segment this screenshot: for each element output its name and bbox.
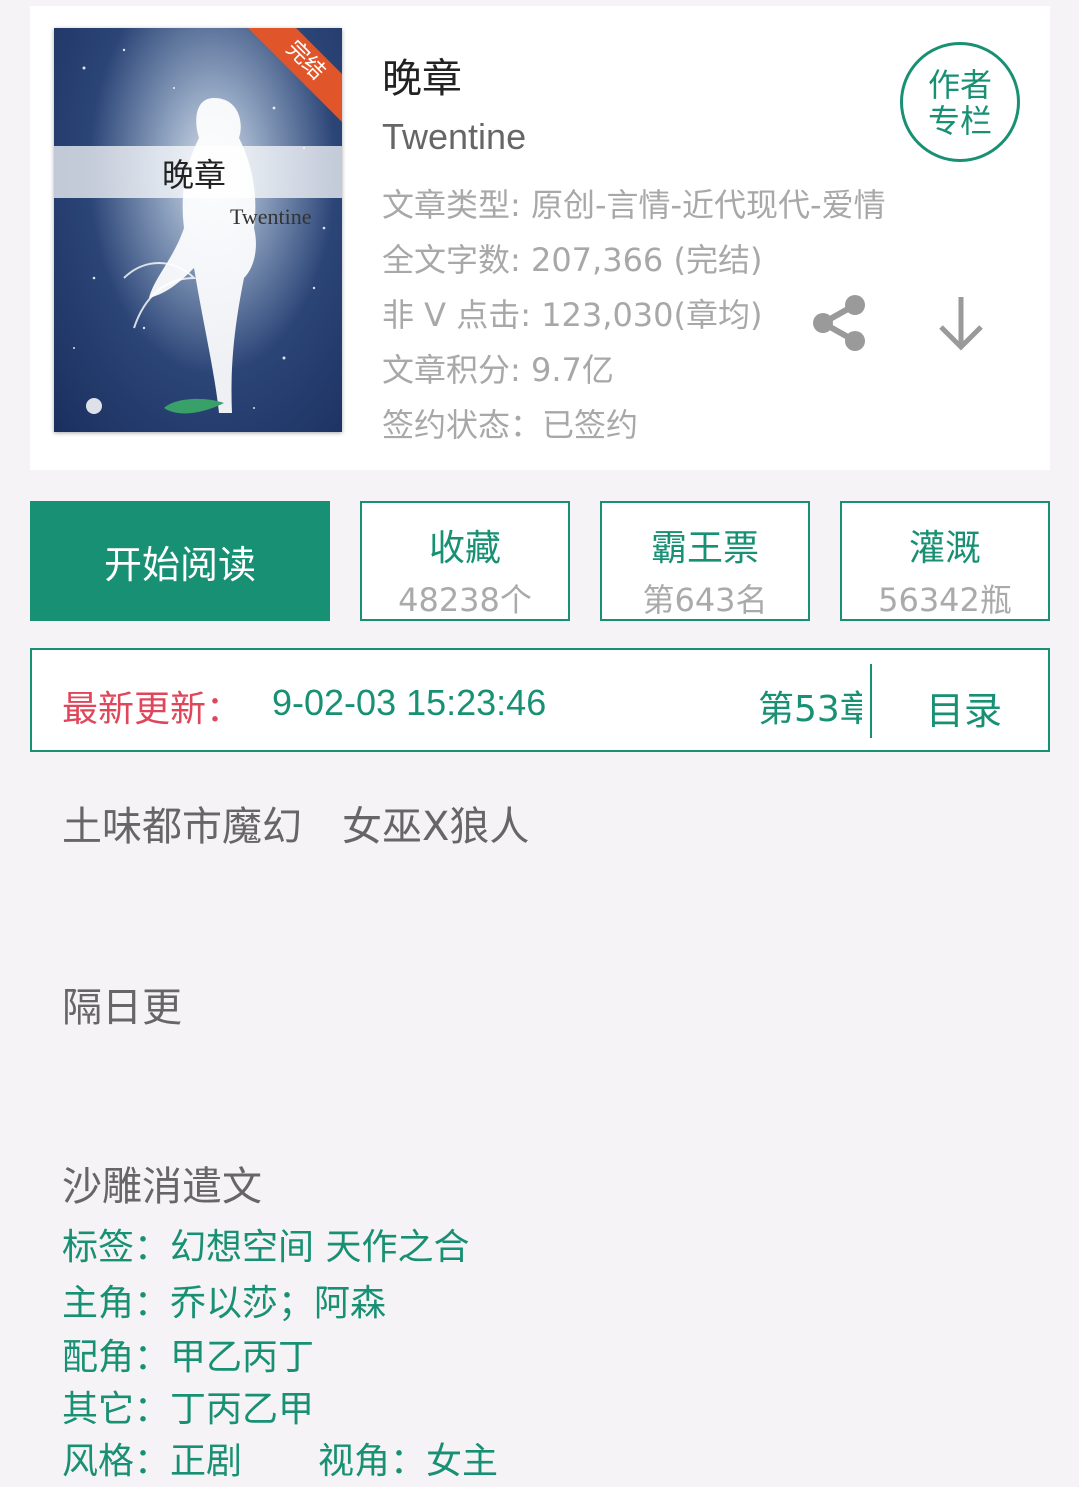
cover-illustration	[73, 48, 326, 414]
latest-update-bar[interactable]: 最新更新： 9-02-03 15:23:46 第53章 目录	[30, 648, 1050, 752]
description-line: 沙雕消遣文	[62, 1164, 262, 1210]
favorite-label: 收藏	[428, 528, 501, 569]
author-column-line2: 专栏	[927, 102, 992, 140]
meta-clicks: 非 V 点击: 123,030(章均)	[382, 296, 763, 334]
share-button[interactable]	[804, 288, 874, 358]
overlord-ticket-label: 霸王票	[650, 528, 759, 569]
meta-genre: 文章类型: 原创-言情-近代现代-爱情	[382, 186, 886, 224]
others-line: 其它：丁丙乙甲	[62, 1389, 315, 1430]
nutrient-count: 56342瓶	[878, 581, 1012, 619]
overlord-ticket-rank: 第643名	[642, 581, 768, 619]
cover-title: 晚章	[162, 156, 227, 194]
nutrient-label: 灌溉	[908, 528, 981, 569]
favorite-count: 48238个	[398, 581, 532, 619]
meta-score: 文章积分: 9.7亿	[382, 351, 614, 389]
favorite-button[interactable]: 收藏 48238个	[360, 501, 570, 621]
book-cover-image[interactable]: 晚章 Twentine 完结	[54, 28, 342, 432]
start-reading-button[interactable]: 开始阅读	[30, 501, 330, 621]
latest-update-time: 9-02-03 15:23:46	[272, 682, 547, 723]
pov-line: 视角：女主	[318, 1441, 499, 1482]
supporting-line: 配角：甲乙丙丁	[62, 1337, 315, 1378]
download-button[interactable]	[926, 288, 996, 358]
book-author[interactable]: Twentine	[382, 116, 526, 158]
tags-line: 标签：幻想空间 天作之合	[62, 1227, 470, 1268]
download-arrow-icon	[939, 297, 983, 351]
style-pov-line: 风格：正剧 视角：女主	[62, 1432, 498, 1484]
meta-word-count: 全文字数: 207,366 (完结)	[382, 241, 763, 279]
table-of-contents-button[interactable]: 目录	[926, 680, 1002, 735]
book-title: 晚章	[382, 56, 462, 102]
share-icon	[813, 295, 865, 351]
description-line: 隔日更	[62, 985, 182, 1031]
nutrient-button[interactable]: 灌溉 56342瓶	[840, 501, 1050, 621]
author-column-button[interactable]: 作者 专栏	[900, 42, 1020, 162]
leads-line: 主角：乔以莎；阿森	[62, 1283, 387, 1324]
divider	[870, 664, 872, 738]
book-info-card: 晚章 Twentine 完结 晚章 Twentine 文章类型: 原创-言情-近…	[30, 6, 1050, 470]
latest-update-label: 最新更新：	[62, 689, 243, 730]
description-line: 土味都市魔幻 女巫X狼人	[62, 804, 530, 850]
author-column-line1: 作者	[927, 66, 992, 104]
meta-contract-status: 签约状态：已签约	[382, 406, 639, 444]
overlord-ticket-button[interactable]: 霸王票 第643名	[600, 501, 810, 621]
cover-author: Twentine	[230, 204, 312, 229]
style-line: 风格：正剧	[62, 1441, 243, 1482]
latest-chapter[interactable]: 第53章	[758, 680, 862, 732]
